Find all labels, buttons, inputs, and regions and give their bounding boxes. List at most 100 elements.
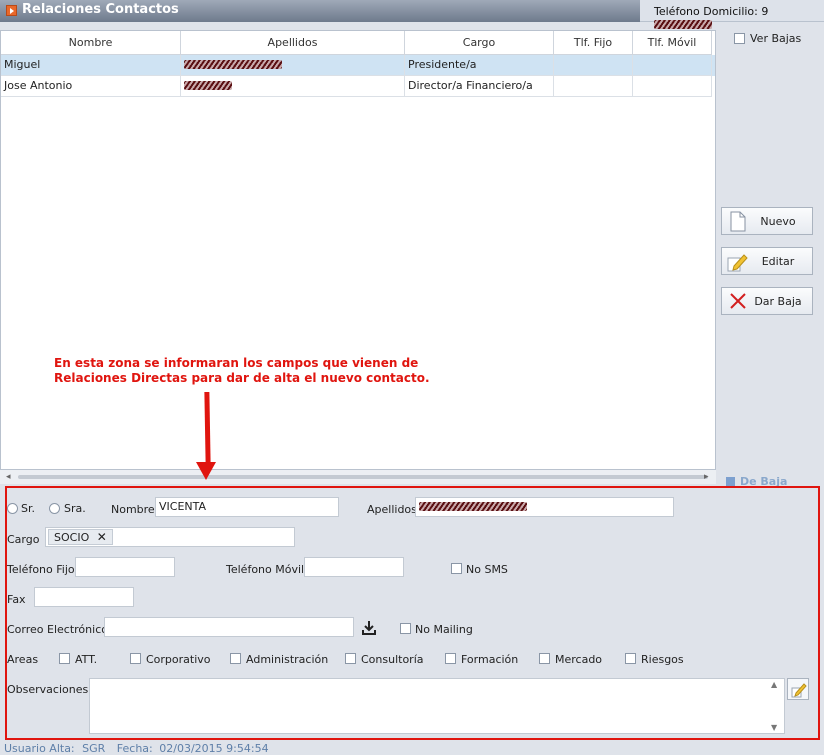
area-label-corporativo: Corporativo [146, 653, 211, 666]
annotation-line-2: Relaciones Directas para dar de alta el … [54, 371, 430, 385]
audit-footer: Usuario Alta: SGR Fecha: 02/03/2015 9:54… [4, 742, 269, 755]
edit-observaciones-icon[interactable] [787, 678, 809, 700]
area-checkbox-corporativo[interactable] [130, 653, 141, 664]
area-label-riesgos: Riesgos [641, 653, 684, 666]
nombre-label: Nombre [111, 503, 155, 516]
area-checkbox-riesgos[interactable] [625, 653, 636, 664]
cargo-input[interactable]: SOCIO ✕ [45, 527, 295, 547]
correo-label: Correo Electrónico [7, 623, 108, 636]
sra-radio[interactable] [49, 503, 60, 514]
ver-bajas-checkbox[interactable] [734, 33, 745, 44]
telefono-fijo-label: Teléfono Fijo [7, 563, 75, 576]
redacted-apellidos [184, 60, 282, 69]
contacts-grid: Nombre Apellidos Cargo Tlf. Fijo Tlf. Mó… [0, 30, 716, 470]
nuevo-button[interactable]: Nuevo [721, 207, 813, 235]
table-row[interactable]: Jose Antonio Director/a Financiero/a [1, 76, 715, 97]
dar-baja-button[interactable]: Dar Baja [721, 287, 813, 315]
nuevo-label: Nuevo [760, 214, 796, 228]
edit-pencil-icon [722, 248, 750, 274]
col-cargo[interactable]: Cargo [405, 31, 554, 55]
editar-label: Editar [761, 254, 795, 268]
annotation-arrow-head [196, 462, 216, 480]
area-label-consultoria: Consultoría [361, 653, 424, 666]
apellidos-label: Apellidos [367, 503, 417, 516]
cell-tlf-fijo [554, 76, 633, 97]
sra-label: Sra. [64, 502, 86, 515]
col-nombre[interactable]: Nombre [1, 31, 181, 55]
cell-tlf-movil [633, 76, 712, 97]
horizontal-scrollbar[interactable]: ◂ ▸ [0, 470, 716, 484]
fecha-value: 02/03/2015 9:54:54 [159, 742, 269, 755]
cell-tlf-movil [633, 55, 712, 76]
area-checkbox-att[interactable] [59, 653, 70, 664]
area-label-att: ATT. [75, 653, 98, 666]
area-label-mercado: Mercado [555, 653, 603, 666]
nombre-input[interactable]: VICENTA [155, 497, 339, 517]
observaciones-textarea[interactable] [89, 678, 785, 734]
dar-baja-label: Dar Baja [754, 294, 802, 308]
usuario-alta-label: Usuario Alta: [4, 742, 75, 755]
annotation-note: En esta zona se informaran los campos qu… [54, 356, 474, 386]
download-icon[interactable] [359, 618, 379, 638]
cell-nombre: Miguel [1, 55, 181, 76]
sr-radio[interactable] [7, 503, 18, 514]
cargo-tag: SOCIO ✕ [48, 529, 113, 545]
area-checkbox-mercado[interactable] [539, 653, 550, 664]
redacted-phone [654, 20, 712, 29]
telefono-movil-input[interactable] [304, 557, 404, 577]
phone-label: Teléfono Domicilio: [654, 5, 758, 18]
scroll-left-icon[interactable]: ◂ [6, 472, 11, 482]
delete-x-icon [722, 288, 750, 314]
editar-button[interactable]: Editar [721, 247, 813, 275]
new-contact-panel: Sr. Sra. Nombre VICENTA Apellidos Cargo … [5, 486, 820, 740]
observaciones-label: Observaciones [7, 683, 89, 696]
correo-input[interactable] [104, 617, 354, 637]
table-row[interactable]: Miguel Presidente/a [1, 55, 715, 76]
scroll-thumb[interactable] [18, 475, 708, 479]
phone-prefix: 9 [761, 5, 769, 18]
no-sms-label: No SMS [466, 563, 508, 576]
fax-input[interactable] [34, 587, 134, 607]
cargo-label: Cargo [7, 533, 40, 546]
area-checkbox-administracion[interactable] [230, 653, 241, 664]
no-mailing-label: No Mailing [415, 623, 473, 636]
sr-label: Sr. [21, 502, 35, 515]
cell-cargo: Director/a Financiero/a [405, 76, 554, 97]
usuario-alta-value: SGR [82, 742, 106, 755]
fax-label: Fax [7, 593, 26, 606]
areas-label: Areas [7, 653, 39, 666]
telefono-fijo-input[interactable] [75, 557, 175, 577]
apellidos-input[interactable] [415, 497, 674, 517]
cell-cargo: Presidente/a [405, 55, 554, 76]
fecha-label: Fecha: [116, 742, 153, 755]
no-mailing-checkbox[interactable] [400, 623, 411, 634]
col-tlf-movil[interactable]: Tlf. Móvil [633, 31, 712, 55]
close-icon[interactable]: ✕ [97, 530, 107, 544]
redacted-apellidos [419, 502, 527, 511]
scroll-up-icon[interactable]: ▲ [771, 680, 777, 689]
window-title: Relaciones Contactos [22, 2, 179, 17]
no-sms-checkbox[interactable] [451, 563, 462, 574]
col-tlf-fijo[interactable]: Tlf. Fijo [554, 31, 633, 55]
scroll-right-icon[interactable]: ▸ [704, 472, 709, 482]
cell-apellidos [181, 55, 405, 76]
scroll-down-icon[interactable]: ▼ [771, 723, 777, 732]
cell-apellidos [181, 76, 405, 97]
cell-tlf-fijo [554, 55, 633, 76]
cargo-tag-label: SOCIO [54, 531, 90, 544]
col-apellidos[interactable]: Apellidos [181, 31, 405, 55]
redacted-apellidos [184, 81, 232, 90]
area-checkbox-consultoria[interactable] [345, 653, 356, 664]
cell-nombre: Jose Antonio [1, 76, 181, 97]
area-label-formacion: Formación [461, 653, 519, 666]
annotation-line-1: En esta zona se informaran los campos qu… [54, 356, 419, 370]
phone-display: Teléfono Domicilio: 9 [654, 5, 824, 31]
collapse-arrow-icon[interactable] [6, 5, 17, 16]
area-label-administracion: Administración [246, 653, 329, 666]
telefono-movil-label: Teléfono Móvil [226, 563, 305, 576]
ver-bajas-toggle[interactable]: Ver Bajas [734, 32, 801, 45]
new-document-icon [722, 208, 750, 234]
de-baja-icon [726, 477, 735, 486]
area-checkbox-formacion[interactable] [445, 653, 456, 664]
ver-bajas-label: Ver Bajas [750, 32, 802, 45]
